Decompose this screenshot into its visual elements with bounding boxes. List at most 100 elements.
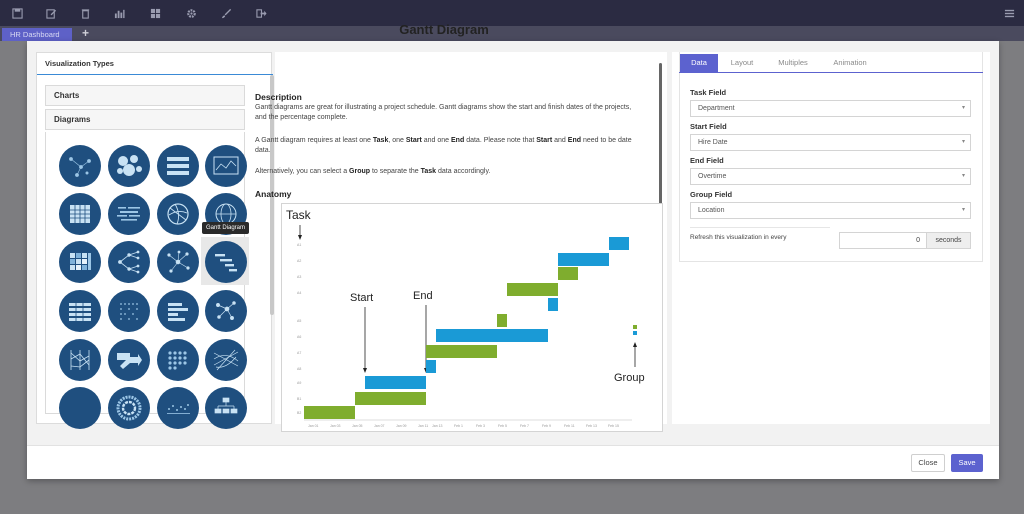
viz-table-grid[interactable]: [59, 193, 101, 235]
save-button[interactable]: Save: [951, 454, 983, 472]
group-field-select[interactable]: Location ▾: [690, 202, 971, 219]
brush-icon[interactable]: [209, 0, 243, 26]
svg-text:Feb 3: Feb 3: [476, 424, 485, 428]
viz-ball-diagram[interactable]: [157, 193, 199, 235]
refresh-interval-input[interactable]: 0: [839, 232, 927, 249]
svg-text:Feb 9: Feb 9: [542, 424, 551, 428]
svg-text:A1: A1: [297, 243, 301, 247]
anatomy-bar-5: [426, 345, 497, 358]
viz-table[interactable]: [59, 290, 101, 332]
start-field-label: Start Field: [690, 122, 727, 131]
viz-word-cloud[interactable]: [108, 193, 150, 235]
bar-chart-icon[interactable]: [102, 0, 136, 26]
viz-graph-network[interactable]: [205, 290, 247, 332]
viz-tree-diagram[interactable]: [108, 241, 150, 283]
start-field-select[interactable]: Hire Date ▾: [690, 134, 971, 151]
svg-text:Jan 03: Jan 03: [330, 424, 341, 428]
task-field-select[interactable]: Department ▾: [690, 100, 971, 117]
accordion-diagrams[interactable]: Diagrams: [45, 109, 245, 130]
menu-icon[interactable]: [992, 0, 1024, 26]
chevron-down-icon: ▾: [961, 207, 965, 213]
modal-footer: [27, 445, 999, 479]
viz-list-diagram[interactable]: [157, 145, 199, 187]
tab-animation[interactable]: Animation: [824, 54, 876, 72]
svg-text:A9: A9: [297, 381, 301, 385]
close-button[interactable]: Close: [911, 454, 945, 472]
description-paragraph-2: A Gantt diagram requires at least one Ta…: [255, 137, 632, 154]
viz-scatter-timeline[interactable]: [157, 387, 199, 429]
chevron-down-icon: ▾: [961, 105, 965, 111]
svg-text:Jan 07: Jan 07: [374, 424, 385, 428]
viz-chord-lines[interactable]: [205, 339, 247, 381]
tab-layout[interactable]: Layout: [722, 54, 762, 72]
svg-text:A7: A7: [297, 351, 301, 355]
viz-network-diagram[interactable]: [59, 145, 101, 187]
viz-bar-list[interactable]: [157, 290, 199, 332]
tab-data[interactable]: Data: [680, 54, 718, 72]
chevron-down-icon: ▾: [961, 139, 965, 145]
svg-text:B1: B1: [297, 397, 301, 401]
anatomy-bar-12: [609, 237, 629, 250]
anatomy-bar-4: [426, 360, 436, 373]
anatomy-group-label: Group: [614, 372, 645, 384]
anatomy-task-label: Task: [286, 208, 312, 222]
description-paragraph-3: Alternatively, you can select a Group to…: [255, 168, 491, 175]
gantt-anatomy-svg: Task Start End Group A1 A2 A3 A4 A5 A6 A7 A8 A…: [286, 208, 645, 428]
viz-screen-diagram[interactable]: [205, 145, 247, 187]
anatomy-bar-8: [548, 298, 558, 311]
svg-text:Jan 09: Jan 09: [396, 424, 407, 428]
viz-cluster-diagram[interactable]: [157, 241, 199, 283]
accordion-charts[interactable]: Charts: [45, 85, 245, 106]
svg-text:Feb 13: Feb 13: [586, 424, 597, 428]
svg-text:Feb 7: Feb 7: [520, 424, 529, 428]
gear-icon[interactable]: [174, 0, 208, 26]
anatomy-bar-1: [304, 406, 355, 419]
viz-parallel-coordinates[interactable]: [59, 339, 101, 381]
viz-org-chart[interactable]: [205, 387, 247, 429]
viz-sunburst[interactable]: [108, 387, 150, 429]
svg-text:Jan 05: Jan 05: [352, 424, 363, 428]
viz-heatmap-grid[interactable]: [59, 241, 101, 283]
viz-wave-stream[interactable]: [59, 387, 101, 429]
diagram-title: Gantt Diagram: [399, 22, 489, 37]
anatomy-bar-10: [558, 267, 578, 280]
svg-text:Jan 13: Jan 13: [432, 424, 443, 428]
anatomy-bar-2: [355, 392, 426, 405]
add-tab-button[interactable]: +: [82, 27, 89, 40]
end-field-label: End Field: [690, 156, 724, 165]
gantt-tooltip: Gantt Diagram: [202, 222, 250, 234]
viz-flow-arrow[interactable]: [108, 339, 150, 381]
settings-divider: [690, 227, 830, 228]
anatomy-bar-9: [507, 283, 558, 296]
edit-icon[interactable]: [34, 0, 68, 26]
svg-text:B2: B2: [297, 411, 301, 415]
svg-text:Feb 15: Feb 15: [608, 424, 619, 428]
settings-card: [679, 52, 983, 262]
svg-text:A4: A4: [297, 291, 301, 295]
description-heading: Description: [255, 92, 302, 102]
svg-text:Jan 01: Jan 01: [308, 424, 319, 428]
end-field-select[interactable]: Overtime ▾: [690, 168, 971, 185]
tab-multiples[interactable]: Multiples: [768, 54, 818, 72]
trash-icon[interactable]: [68, 0, 102, 26]
svg-text:Feb 11: Feb 11: [564, 424, 575, 428]
anatomy-heading: Anatomy: [255, 189, 292, 199]
svg-text:Feb 1: Feb 1: [454, 424, 463, 428]
tabs-underline: [679, 72, 983, 73]
svg-text:A2: A2: [297, 259, 301, 263]
visualization-types-title: Visualization Types: [45, 59, 114, 68]
anatomy-start-label: Start: [350, 292, 373, 304]
viz-dot-grid[interactable]: [157, 339, 199, 381]
svg-text:A5: A5: [297, 319, 301, 323]
viz-gantt-diagram[interactable]: [205, 241, 247, 283]
grid-icon[interactable]: [138, 0, 172, 26]
anatomy-bar-6: [436, 329, 548, 342]
description-paragraph-1: Gantt diagrams are great for illustratin…: [255, 104, 632, 121]
anatomy-legend: [633, 325, 637, 335]
save-icon[interactable]: [0, 0, 34, 26]
viz-bubble-diagram[interactable]: [108, 145, 150, 187]
tab-hr-dashboard[interactable]: HR Dashboard: [2, 28, 72, 41]
svg-text:A3: A3: [297, 275, 301, 279]
viz-dot-matrix[interactable]: [108, 290, 150, 332]
svg-text:Jan 11: Jan 11: [418, 424, 428, 428]
